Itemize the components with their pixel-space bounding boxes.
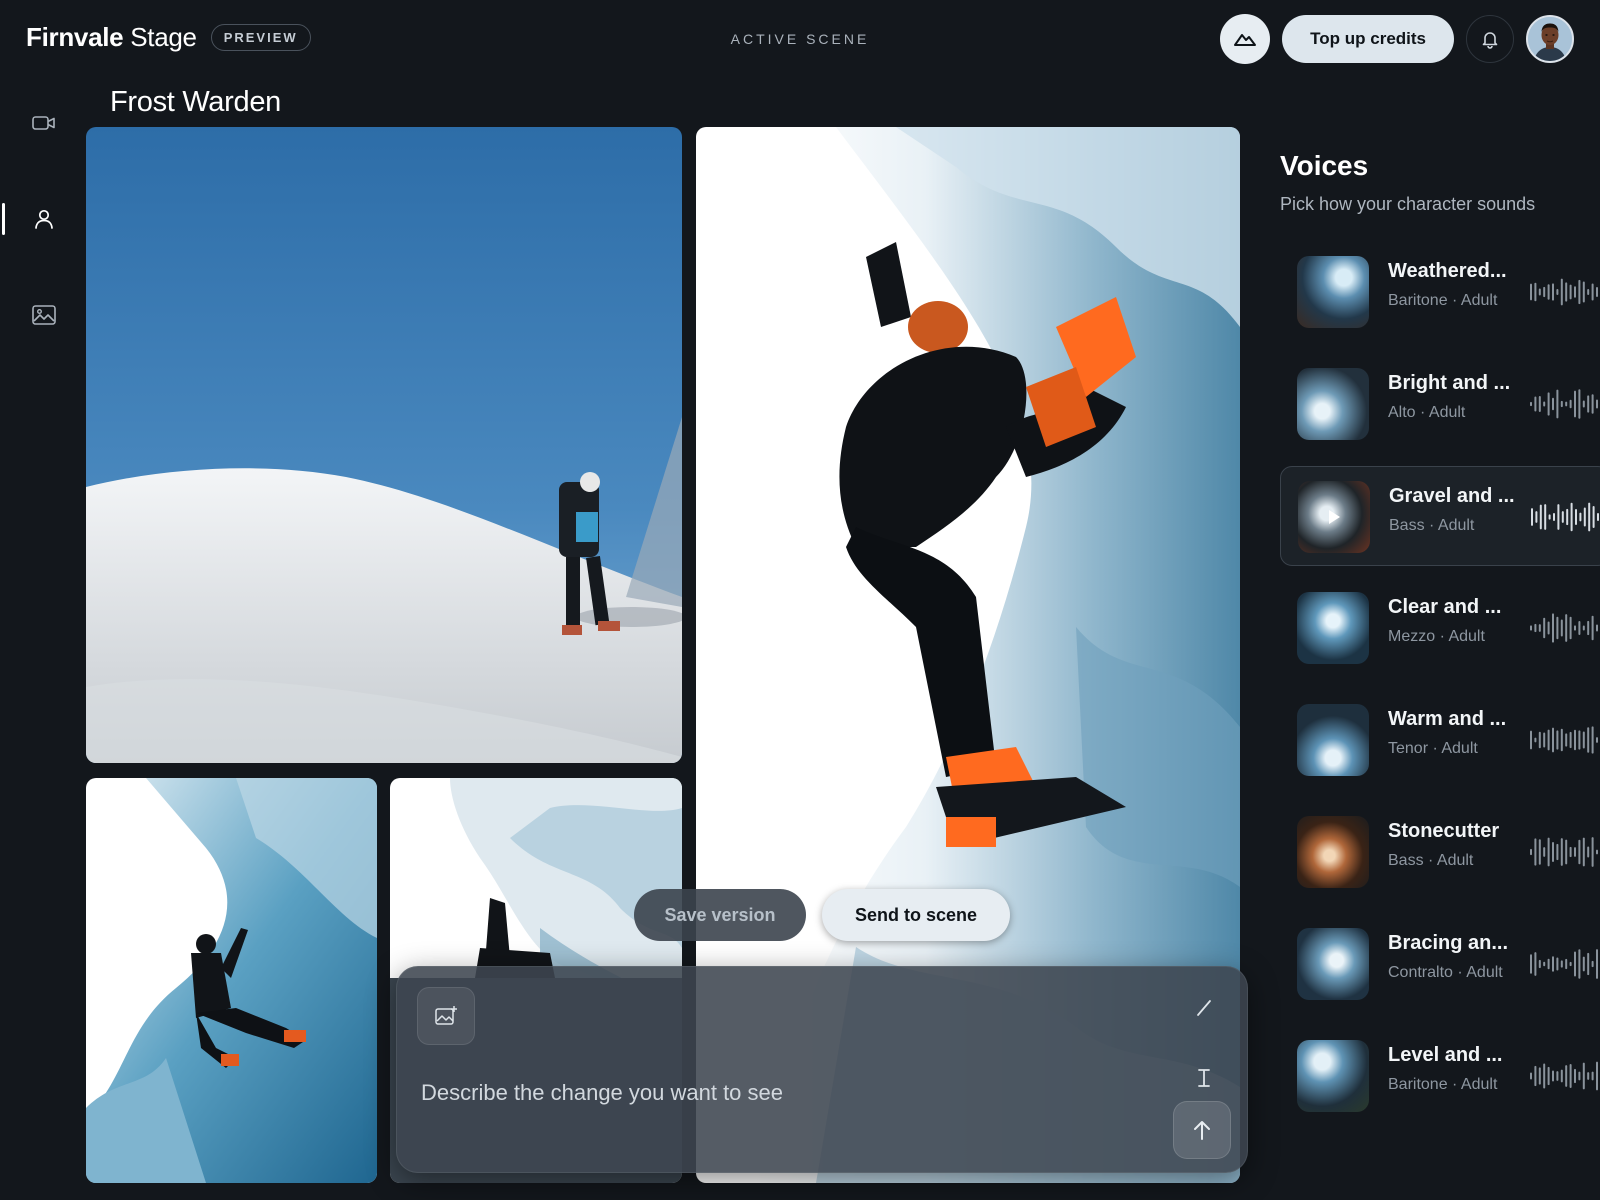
mountain-icon [1234,34,1257,46]
voices-panel: Voices Pick how your character sounds We… [1280,150,1600,1112]
top-right-controls: Top up credits [1220,14,1574,64]
arrow-up-icon [1194,1121,1210,1140]
voice-meta: Tenor · Adult [1388,740,1478,757]
voice-item[interactable]: Bracing an... Contralto · Adult [1280,914,1600,1014]
voice-thumbnail [1298,481,1370,553]
brand[interactable]: Firnvale Stage PREVIEW [26,22,311,53]
waveform-icon [1530,613,1598,643]
voice-thumbnail [1297,1040,1369,1112]
voice-name: Warm and ... [1388,708,1507,730]
voices-title: Voices [1280,150,1369,181]
pen-icon[interactable] [1193,997,1215,1019]
voice-thumbnail [1297,592,1369,664]
play-icon [1329,510,1340,524]
ice-wall-photo [86,778,377,1183]
voice-name: Bright and ... [1388,372,1511,394]
voice-item[interactable]: Stonecutter Bass · Adult [1280,802,1600,902]
brand-name-light: Stage [130,22,197,52]
waveform-icon [1530,726,1598,754]
voice-name: Clear and ... [1388,596,1502,618]
notifications-button[interactable] [1466,15,1514,63]
voice-meta: Mezzo · Adult [1388,628,1485,645]
person-icon [35,209,53,229]
voice-name: Stonecutter [1388,820,1500,842]
voice-name: Gravel and ... [1389,485,1515,507]
voice-meta: Contralto · Adult [1388,964,1503,981]
add-image-button[interactable] [417,987,475,1045]
avatar-portrait [1528,17,1572,61]
voice-name: Level and ... [1388,1044,1503,1066]
voice-item[interactable]: Clear and ... Mezzo · Adult [1280,578,1600,678]
prompt-panel [396,966,1248,1173]
voice-meta: Bass · Adult [1388,852,1474,869]
voice-meta: Bass · Adult [1389,517,1475,534]
preview-badge: PREVIEW [210,24,311,51]
play-button[interactable] [1298,481,1370,553]
text-cursor-icon[interactable] [1193,1067,1215,1089]
waveform-icon [1530,837,1598,867]
send-to-scene-button[interactable]: Send to scene [822,889,1010,941]
submit-prompt-button[interactable] [1173,1101,1231,1159]
voices-subtitle: Pick how your character sounds [1280,194,1536,214]
waveform-icon [1530,278,1598,306]
active-scene-label: ACTIVE SCENE [730,31,870,47]
voice-item[interactable]: Warm and ... Tenor · Adult [1280,690,1600,790]
voice-meta: Baritone · Adult [1388,1076,1498,1093]
image-tile-ice-wall[interactable] [86,778,377,1183]
top-bar: Firnvale Stage PREVIEW ACTIVE SCENE Top … [0,0,1600,80]
voice-name: Weathered... [1388,260,1507,282]
brand-logo: Firnvale Stage [26,22,197,53]
voice-item-selected[interactable]: Gravel and ... Bass · Adult [1280,466,1600,566]
voice-item[interactable]: Weathered... Baritone · Adult [1280,242,1600,342]
prompt-input[interactable] [421,1075,1121,1111]
scene-title: Frost Warden [110,86,281,118]
voice-name: Bracing an... [1388,932,1509,954]
voice-item[interactable]: Level and ... Baritone · Adult [1280,1026,1600,1126]
image-tile-snow-slope[interactable] [86,127,682,763]
voice-meta: Alto · Adult [1388,404,1466,421]
voice-item[interactable]: Bright and ... Alto · Adult [1280,354,1600,454]
save-version-button[interactable]: Save version [634,889,806,941]
rail-item-character[interactable] [28,203,60,235]
voice-thumbnail [1297,704,1369,776]
image-icon [32,305,56,325]
voice-thumbnail [1297,368,1369,440]
voice-thumbnail [1297,816,1369,888]
rail-active-indicator [2,203,5,235]
user-avatar[interactable] [1526,15,1574,63]
add-image-icon [435,1006,457,1025]
brand-name-bold: Firnvale [26,22,124,52]
top-up-credits-button[interactable]: Top up credits [1282,15,1454,63]
snow-slope-photo [86,127,682,763]
voice-thumbnail [1297,256,1369,328]
waveform-icon [1530,1061,1598,1091]
voice-thumbnail [1297,928,1369,1000]
rail-item-images[interactable] [28,299,60,331]
waveform-icon [1530,389,1598,419]
waveform-icon [1531,502,1599,532]
waveform-icon [1530,949,1598,979]
voice-meta: Baritone · Adult [1388,292,1498,309]
rail-item-video[interactable] [28,107,60,139]
video-camera-icon [32,116,55,130]
mountain-button[interactable] [1220,14,1271,64]
bell-icon [1482,32,1498,49]
